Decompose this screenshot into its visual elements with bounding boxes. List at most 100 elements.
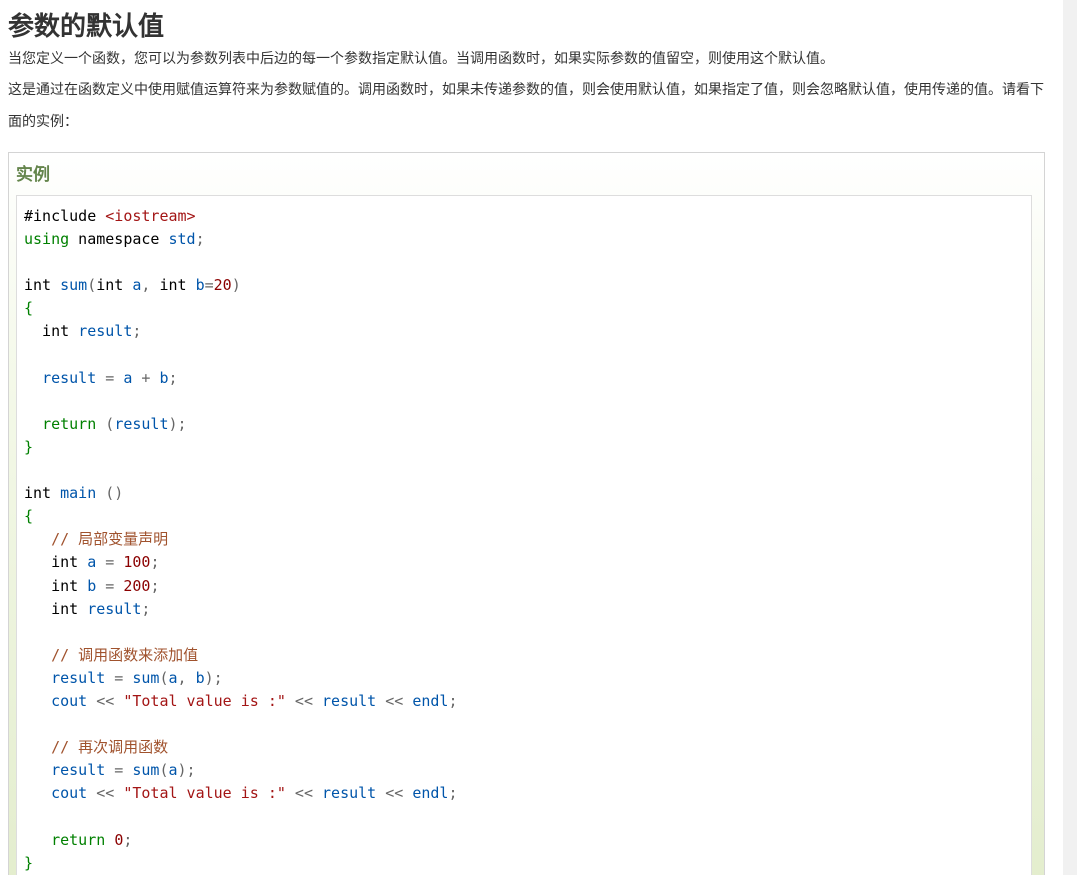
code-token: result — [51, 668, 106, 687]
code-token: return — [42, 414, 97, 433]
code-token: int — [24, 576, 88, 595]
code-token: result — [322, 784, 377, 803]
code-token: // 调用函数来添加值 — [51, 645, 199, 664]
code-line: cout << "Total value is :" << result << … — [24, 690, 1031, 713]
code-token: <iostream> — [105, 207, 196, 225]
code-token: ; — [195, 230, 205, 249]
code-token: using — [24, 230, 70, 249]
code-token: ( — [159, 668, 169, 687]
code-token: result — [322, 691, 377, 710]
code-line: // 调用函数来添加值 — [24, 644, 1031, 667]
code-token: << — [376, 691, 413, 710]
code-token: "Total value is :" — [123, 691, 286, 710]
code-line: int result; — [24, 320, 1031, 343]
code-token: int — [24, 276, 61, 295]
code-token: return — [51, 830, 106, 849]
code-token: cout — [51, 691, 88, 710]
code-token: ( — [105, 414, 115, 433]
code-token: + — [132, 368, 160, 387]
code-token: cout — [51, 784, 88, 803]
code-block[interactable]: #include <iostream> using namespace std; … — [16, 195, 1032, 875]
code-token: << — [376, 784, 413, 803]
code-token: << — [285, 784, 323, 803]
code-line: int result; — [24, 598, 1031, 621]
code-token: ; — [150, 576, 160, 595]
code-token: std — [168, 230, 196, 249]
code-token: namespace — [69, 230, 169, 249]
code-token: ; — [168, 368, 178, 387]
code-token: ); — [168, 414, 187, 433]
code-token: a — [168, 668, 178, 687]
code-token: , — [141, 276, 160, 295]
code-token: { — [24, 507, 34, 526]
code-line: { — [24, 505, 1031, 528]
code-token: int — [24, 599, 88, 618]
code-token: ) — [231, 276, 241, 295]
code-line: using namespace std; — [24, 228, 1031, 251]
code-token: int — [24, 322, 79, 341]
code-token: b — [159, 368, 169, 387]
code-token: // 局部变量声明 — [51, 530, 169, 549]
code-line: return (result); — [24, 413, 1031, 436]
code-token: = — [96, 576, 124, 595]
code-line: int b = 200; — [24, 575, 1031, 598]
page-title: 参数的默认值 — [8, 12, 165, 42]
code-token: int — [24, 484, 61, 503]
code-token: sum — [132, 668, 160, 687]
code-token: ; — [123, 830, 133, 849]
code-token: ; — [132, 322, 142, 341]
code-token: endl — [412, 784, 449, 803]
code-line: int a = 100; — [24, 551, 1031, 574]
code-line: result = sum(a); — [24, 759, 1031, 782]
code-token: 0 — [114, 830, 124, 849]
code-token: 200 — [123, 576, 151, 595]
code-token: result — [78, 322, 133, 341]
code-token: ; — [448, 691, 458, 710]
code-token: << — [87, 691, 124, 710]
code-line: // 局部变量声明 — [24, 528, 1031, 551]
code-token: << — [87, 784, 124, 803]
code-line: { — [24, 297, 1031, 320]
code-token: #include — [24, 207, 106, 225]
code-token: = — [204, 276, 214, 295]
page-scrollbar[interactable] — [1063, 0, 1077, 875]
example-box: 实例 #include <iostream> using namespace st… — [8, 152, 1045, 875]
code-token: ; — [150, 553, 160, 572]
code-line: #include <iostream> — [24, 205, 1031, 228]
code-token: int — [159, 276, 196, 295]
code-token: b — [195, 276, 205, 295]
code-line: cout << "Total value is :" << result << … — [24, 782, 1031, 805]
code-token: a — [168, 761, 178, 780]
code-token: = — [96, 368, 124, 387]
code-line: int main () — [24, 482, 1031, 505]
code-line: result = a + b; — [24, 367, 1031, 390]
code-token: () — [105, 484, 124, 503]
code-line: int sum(int a, int b=20) — [24, 274, 1031, 297]
code-token: result — [114, 414, 169, 433]
code-token: = — [96, 553, 124, 572]
code-token: sum — [60, 276, 88, 295]
code-token: int — [24, 553, 88, 572]
explanation-paragraph: 这是通过在函数定义中使用赋值运算符来为参数赋值的。调用函数时，如果未传递参数的值… — [8, 82, 1044, 130]
code-line: } — [24, 436, 1031, 459]
code-token: 100 — [123, 553, 151, 572]
code-token: ( — [159, 761, 169, 780]
code-line: // 再次调用函数 — [24, 736, 1031, 759]
code-token: = — [105, 761, 133, 780]
code-token: // 再次调用函数 — [51, 738, 169, 757]
